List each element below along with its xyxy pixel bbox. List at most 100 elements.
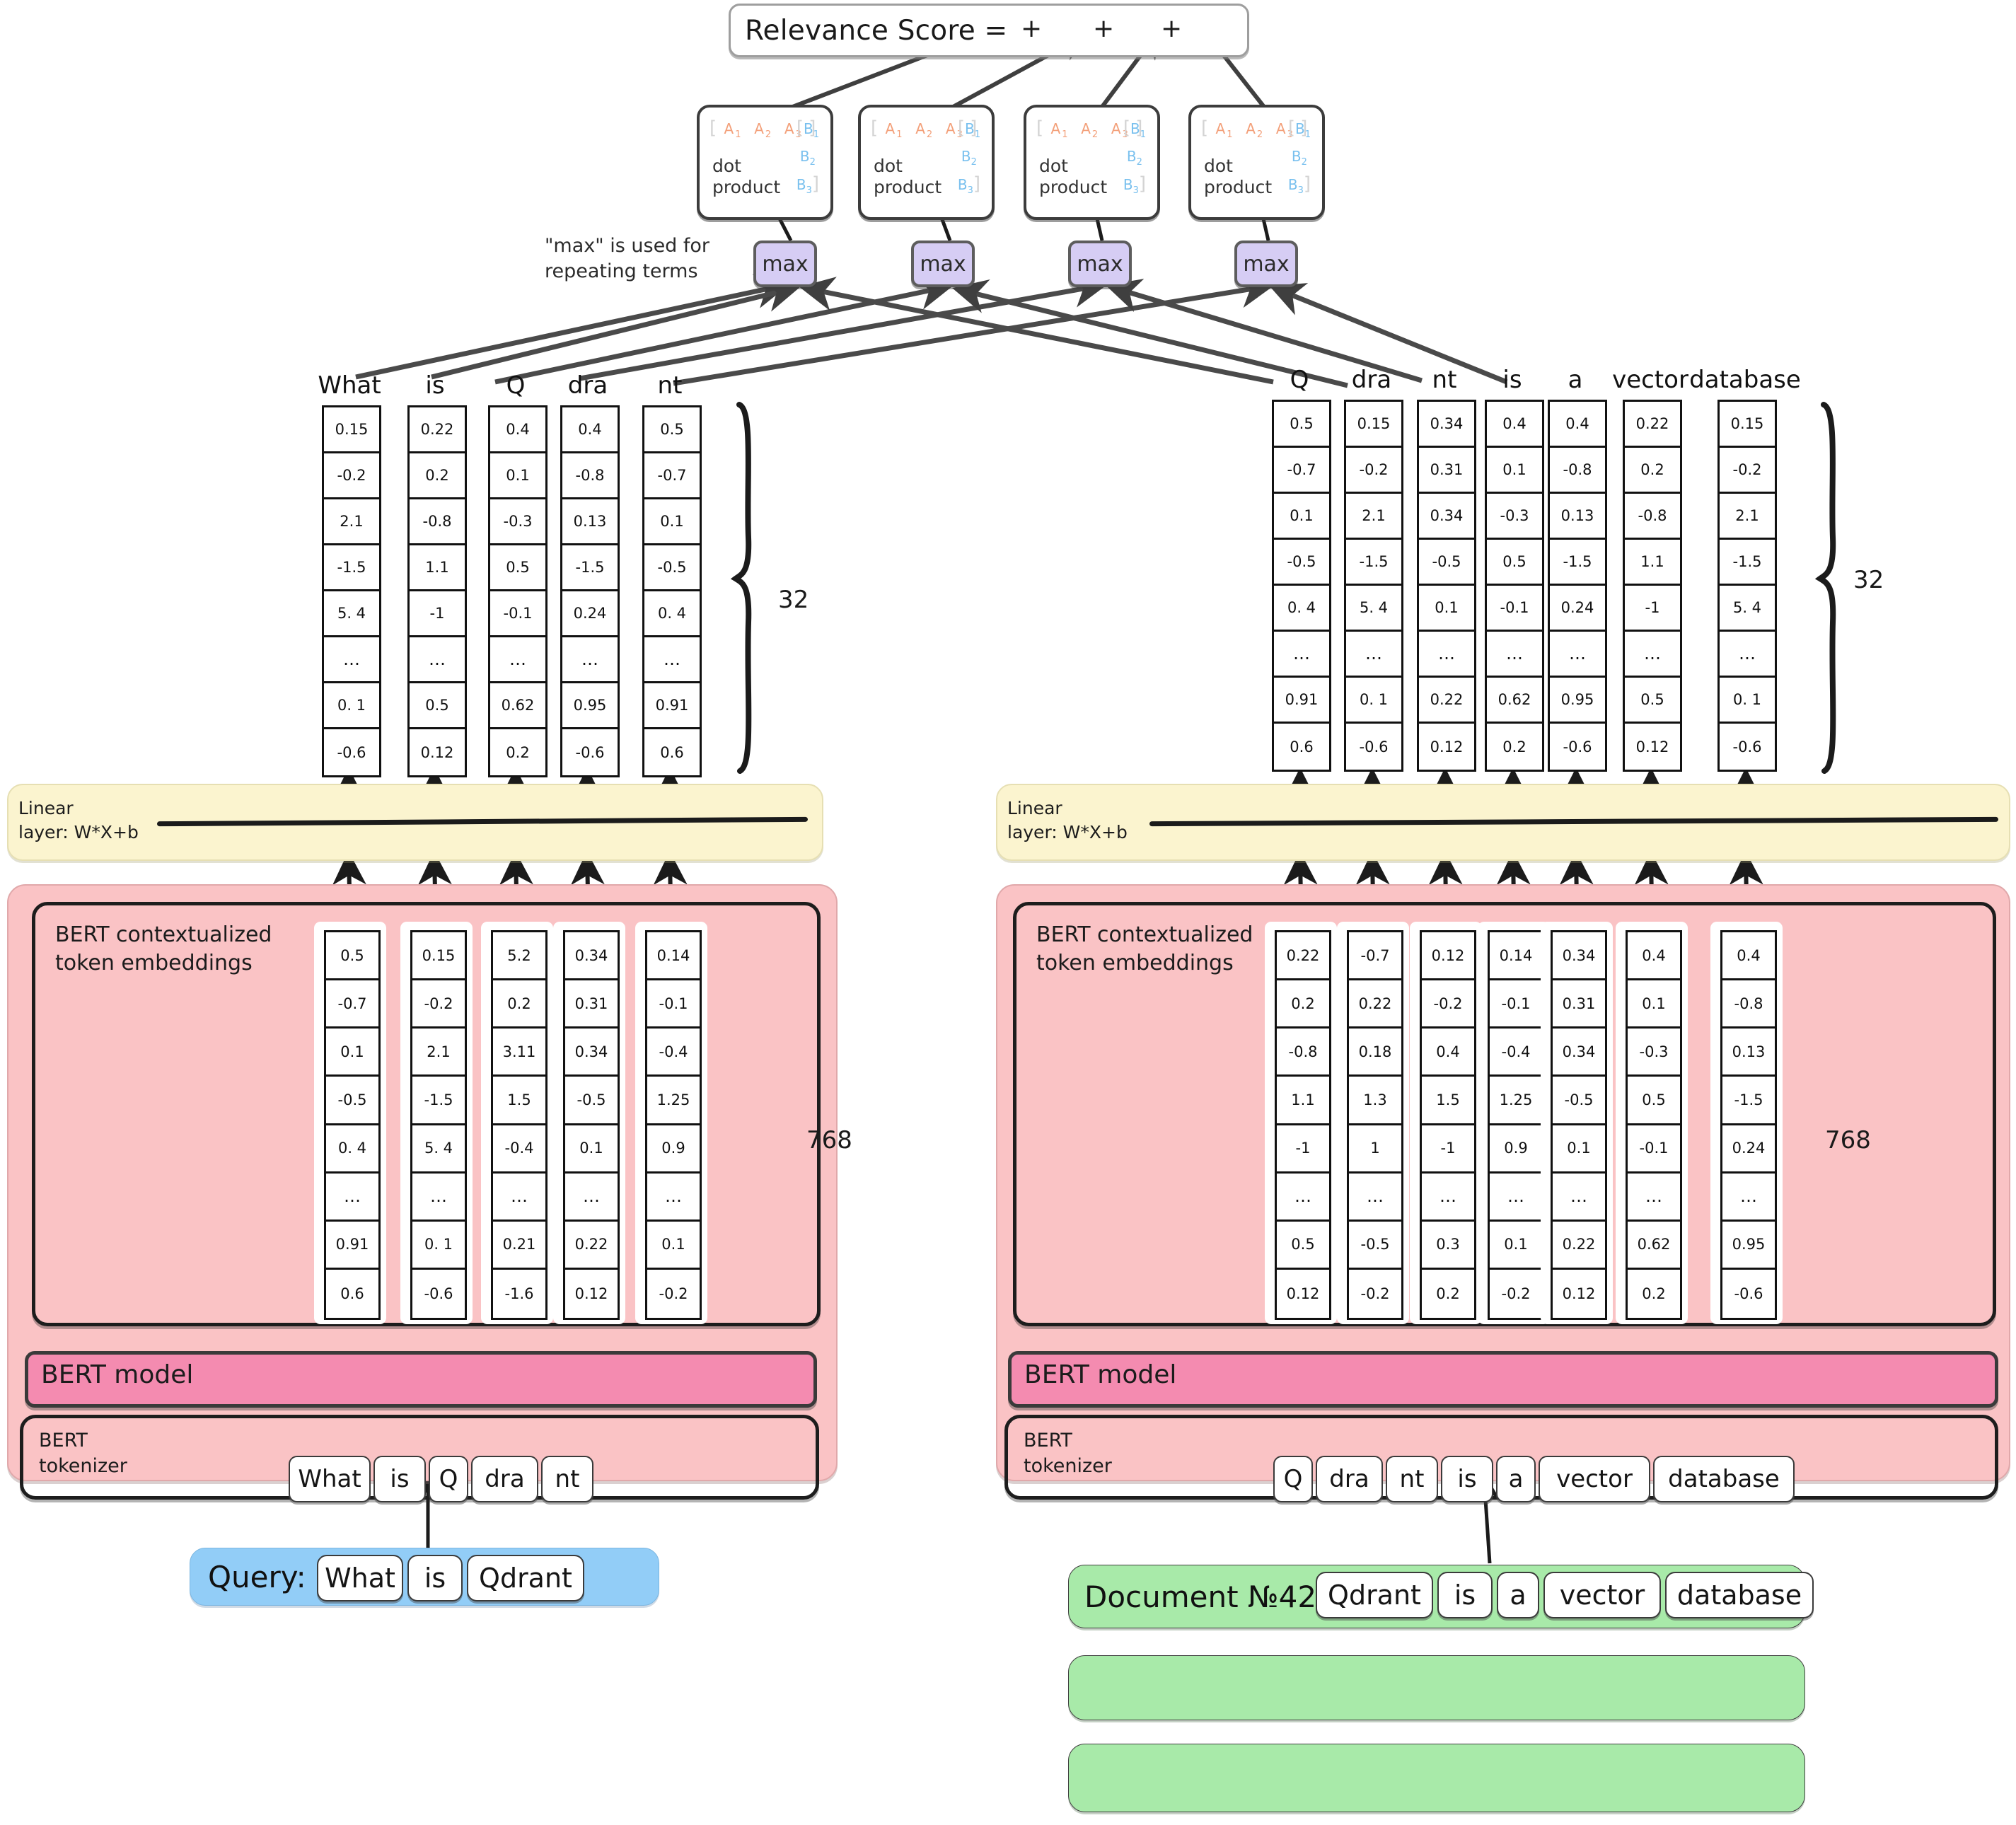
vector-cell: 0. 4	[326, 1125, 378, 1174]
vector-cell: 0.15	[1346, 402, 1401, 448]
max-box-3[interactable]: max	[1068, 241, 1132, 287]
max-box-2[interactable]: max	[911, 241, 975, 287]
token-pill[interactable]: vector	[1539, 1456, 1650, 1502]
vector-cell: 0.12	[1562, 1285, 1596, 1302]
token-pill[interactable]: Qdrant	[1316, 1572, 1433, 1618]
token-pill[interactable]: is	[1437, 1572, 1493, 1618]
token-pill[interactable]: Q	[429, 1456, 468, 1502]
vector-cell: 0.22	[565, 1222, 618, 1270]
token-pill[interactable]: dra	[1316, 1456, 1383, 1502]
vector-cell: -0.3	[1487, 494, 1542, 540]
vector-cell: 0.5	[1274, 402, 1329, 448]
vector-cell: -1.5	[562, 545, 618, 591]
vector-cell: -0.3	[490, 499, 545, 545]
document-bert-embeddings-label: BERT contextualized token embeddings	[1036, 922, 1253, 975]
query-output-dim-label: 32	[778, 586, 809, 614]
vector-cell: 0.13	[1722, 1029, 1775, 1077]
vector-cell: 1.1	[1625, 540, 1680, 586]
vector-cell: 0.13	[1550, 494, 1605, 540]
vector-cell: 0.6	[660, 743, 684, 761]
vector-cell: 0.1	[647, 1222, 700, 1270]
vector-cell: 0.95	[562, 683, 618, 729]
vector-cell: -0.8	[1550, 448, 1605, 494]
token-pill[interactable]: What	[289, 1456, 371, 1502]
vector-cell: 0.95	[1722, 1222, 1775, 1270]
dot-product-card-1[interactable]: [ A1 A2 A3 ] [B1 B2 B3] dot product	[697, 105, 833, 220]
token-pill[interactable]: Q	[1273, 1456, 1313, 1502]
document-bert-tokenizer-label: BERT tokenizer	[1024, 1430, 1112, 1477]
vector-column: 0.4 -0.8 0.13 -1.5 0.24… 0.95 -0.6	[1548, 400, 1607, 772]
document-empty-box-2[interactable]	[1068, 1744, 1805, 1812]
token-pill[interactable]: nt	[541, 1456, 593, 1502]
vector-column: 0.34 0.31 0.34 -0.5 0.1… 0.22 0.12	[563, 930, 620, 1320]
vector-cell: 0.1	[1490, 1222, 1542, 1270]
vector-cell: 0.4	[1487, 402, 1542, 448]
vector-cell: 0.34	[1419, 494, 1474, 540]
max-note-text: "max" is used for repeating terms	[545, 235, 710, 282]
dot-product-card-4[interactable]: [ A1 A2 A3 ] [B1 B2 B3] dot product	[1188, 105, 1325, 220]
matrix-b-col-2: [B1 B2 B3]	[957, 117, 980, 196]
vector-cell: -0.5	[326, 1077, 378, 1125]
vector-cell: 0.22	[1277, 932, 1329, 981]
token-pill[interactable]: What	[317, 1555, 403, 1601]
token-pill[interactable]: database	[1665, 1572, 1814, 1618]
token-pill[interactable]: database	[1653, 1456, 1795, 1502]
vector-column: 0.4 0.1 -0.3 0.5 -0.1… 0.62 0.2	[1626, 930, 1682, 1320]
max-box-1[interactable]: max	[753, 241, 817, 287]
vector-cell: 0.31	[1553, 980, 1605, 1029]
document-empty-box-1[interactable]	[1068, 1655, 1805, 1720]
document-bert-model-box: BERT model	[1008, 1351, 1998, 1408]
vector-cell: 5. 4	[1720, 586, 1775, 632]
query-hidden-dim-label: 768	[806, 1126, 852, 1154]
vector-cell: 2.1	[1346, 494, 1401, 540]
token-pill[interactable]: Qdrant	[467, 1555, 584, 1601]
vector-cell: -1.5	[1550, 540, 1605, 586]
vector-cell: …	[1487, 632, 1542, 678]
vector-column: 0.5 -0.7 0.1 -0.5 0. 4… 0.91 0.6	[642, 405, 702, 777]
document-bert-model-label: BERT model	[1024, 1360, 1177, 1389]
max-box-4[interactable]: max	[1234, 241, 1298, 287]
vector-cell: 1.5	[493, 1077, 545, 1125]
vector-cell: 0.62	[1628, 1222, 1680, 1270]
vector-cell: 0.21	[493, 1222, 545, 1270]
vector-cell: 1.25	[1490, 1077, 1542, 1125]
vector-cell: 0.1	[1553, 1125, 1605, 1174]
document-linear-layer-label: Linear layer: W*X+b	[1007, 798, 1128, 842]
vector-cell: 0.95	[1550, 678, 1605, 724]
vector-cell: 0.2	[1625, 448, 1680, 494]
vector-cell: 0.14	[647, 932, 700, 981]
dot-product-card-3[interactable]: [ A1 A2 A3 ] [B1 B2 B3] dot product	[1024, 105, 1160, 220]
vector-cell: 0.31	[565, 980, 618, 1029]
token-pill[interactable]: is	[1441, 1456, 1493, 1502]
vector-cell: …	[1550, 632, 1605, 678]
token-pill[interactable]: a	[1497, 1572, 1539, 1618]
vector-column: 0.14 -0.1 -0.4 1.25 0.9… 0.1 -0.2	[1488, 930, 1544, 1320]
vector-cell: 0.6	[340, 1285, 364, 1302]
vector-cell: -1	[1277, 1125, 1329, 1174]
vector-cell: -0.1	[1628, 1125, 1680, 1174]
dot-product-card-2[interactable]: [ A1 A2 A3 ] [B1 B2 B3] dot product	[858, 105, 995, 220]
vector-column: -0.7 0.22 0.18 1.3 1… -0.5 -0.2	[1347, 930, 1403, 1320]
vector-cell: -0.3	[1628, 1029, 1680, 1077]
vector-cell: 0.15	[324, 407, 379, 453]
token-pill[interactable]: vector	[1543, 1572, 1661, 1618]
vector-cell: …	[490, 637, 545, 683]
vector-cell: 0.62	[490, 683, 545, 729]
vector-cell: …	[412, 1174, 465, 1222]
vector-cell: -0.1	[647, 980, 700, 1029]
vector-cell: …	[326, 1174, 378, 1222]
vector-cell: 0.12	[1286, 1285, 1320, 1302]
vector-cell: 1.25	[647, 1077, 700, 1125]
vector-cell: …	[565, 1174, 618, 1222]
vector-column: 0.12 -0.2 0.4 1.5 -1… 0.3 0.2	[1420, 930, 1476, 1320]
vector-cell: -0.7	[1274, 448, 1329, 494]
token-pill[interactable]: a	[1496, 1456, 1536, 1502]
vector-cell: -0.7	[644, 453, 700, 499]
vector-cell: 0.12	[1635, 738, 1669, 755]
vector-cell: 1.5	[1422, 1077, 1474, 1125]
token-pill[interactable]: is	[373, 1456, 426, 1502]
token-pill[interactable]: nt	[1386, 1456, 1438, 1502]
token-pill[interactable]: dra	[471, 1456, 538, 1502]
vector-cell: -1.5	[1722, 1077, 1775, 1125]
token-pill[interactable]: is	[407, 1555, 463, 1601]
